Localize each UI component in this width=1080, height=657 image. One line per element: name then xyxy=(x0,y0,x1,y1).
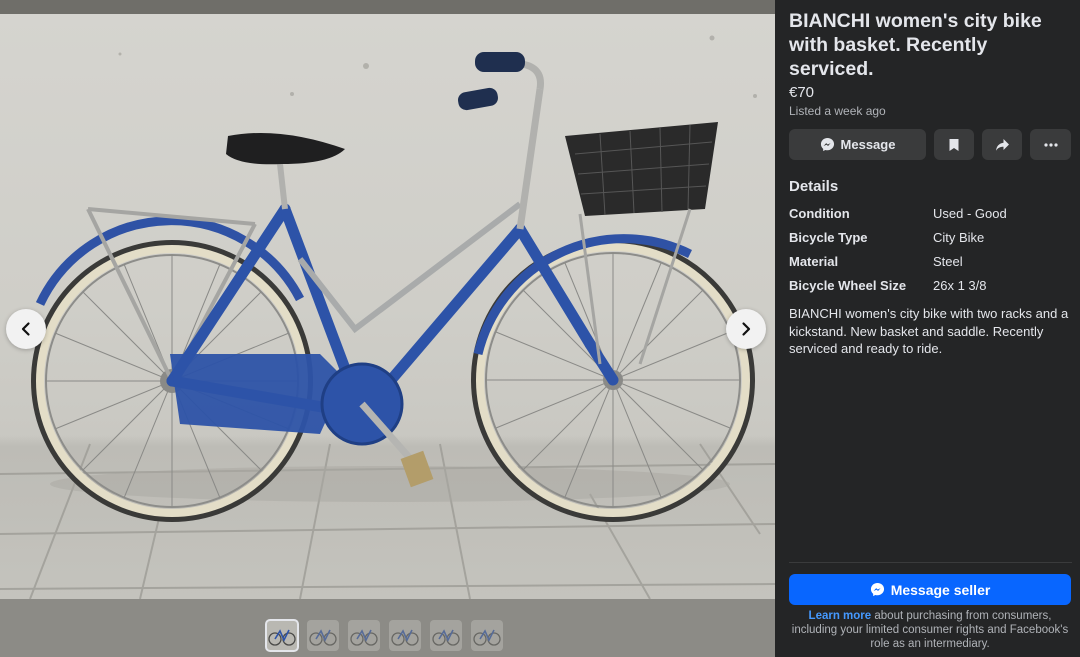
detail-value: City Bike xyxy=(933,230,985,245)
messenger-icon xyxy=(820,137,834,152)
detail-row-bicycle-type: Bicycle Type City Bike xyxy=(789,230,1069,246)
detail-key: Bicycle Type xyxy=(789,230,868,245)
detail-key: Material xyxy=(789,254,839,269)
photo-thumbnail[interactable] xyxy=(348,620,380,651)
action-bar: Message xyxy=(789,129,1071,160)
more-options-button[interactable] xyxy=(1030,129,1071,160)
share-arrow-icon xyxy=(995,138,1009,151)
photo-thumbnail[interactable] xyxy=(471,620,503,651)
listing-details-panel: BIANCHI women's city bike with basket. R… xyxy=(775,0,1080,657)
photo-top-edge xyxy=(0,0,775,14)
detail-value: 26x 1 3/8 xyxy=(933,278,987,293)
consumer-rights-notice: Learn more about purchasing from consume… xyxy=(789,609,1071,651)
thumbnail-strip xyxy=(265,619,503,652)
ellipsis-icon xyxy=(1043,142,1058,147)
listing-title: BIANCHI women's city bike with basket. R… xyxy=(789,10,1042,80)
detail-row-material: Material Steel xyxy=(789,254,1069,270)
message-seller-button[interactable]: Message seller xyxy=(789,574,1071,605)
photo-thumbnail[interactable] xyxy=(265,619,299,652)
listed-time: Listed a week ago xyxy=(789,104,886,118)
bike-image xyxy=(0,35,775,599)
details-heading: Details xyxy=(789,178,839,195)
detail-key: Condition xyxy=(789,206,850,221)
listing-photo xyxy=(0,14,775,599)
share-button[interactable] xyxy=(982,129,1022,160)
chevron-right-icon xyxy=(742,322,751,336)
bookmark-icon xyxy=(949,138,959,151)
listing-price: €70 xyxy=(789,84,815,101)
message-button[interactable]: Message xyxy=(789,129,926,160)
detail-value: Steel xyxy=(933,254,963,269)
photo-thumbnail[interactable] xyxy=(389,620,421,651)
photo-thumbnail[interactable] xyxy=(307,620,339,651)
save-button[interactable] xyxy=(934,129,974,160)
detail-row-condition: Condition Used - Good xyxy=(789,206,1069,222)
detail-key: Bicycle Wheel Size xyxy=(789,278,907,293)
messenger-icon xyxy=(870,582,884,597)
chevron-left-icon xyxy=(21,322,30,336)
next-photo-button[interactable] xyxy=(726,309,766,349)
message-button-label: Message xyxy=(840,137,896,152)
learn-more-link[interactable]: Learn more xyxy=(809,610,872,622)
detail-row-wheel-size: Bicycle Wheel Size 26x 1 3/8 xyxy=(789,278,1069,294)
divider xyxy=(789,562,1072,563)
photo-thumbnail[interactable] xyxy=(430,620,462,651)
message-seller-label: Message seller xyxy=(890,581,991,598)
previous-photo-button[interactable] xyxy=(6,309,46,349)
photo-viewer xyxy=(0,0,775,657)
listing-description: BIANCHI women's city bike with two racks… xyxy=(789,306,1069,356)
detail-value: Used - Good xyxy=(933,206,1007,221)
